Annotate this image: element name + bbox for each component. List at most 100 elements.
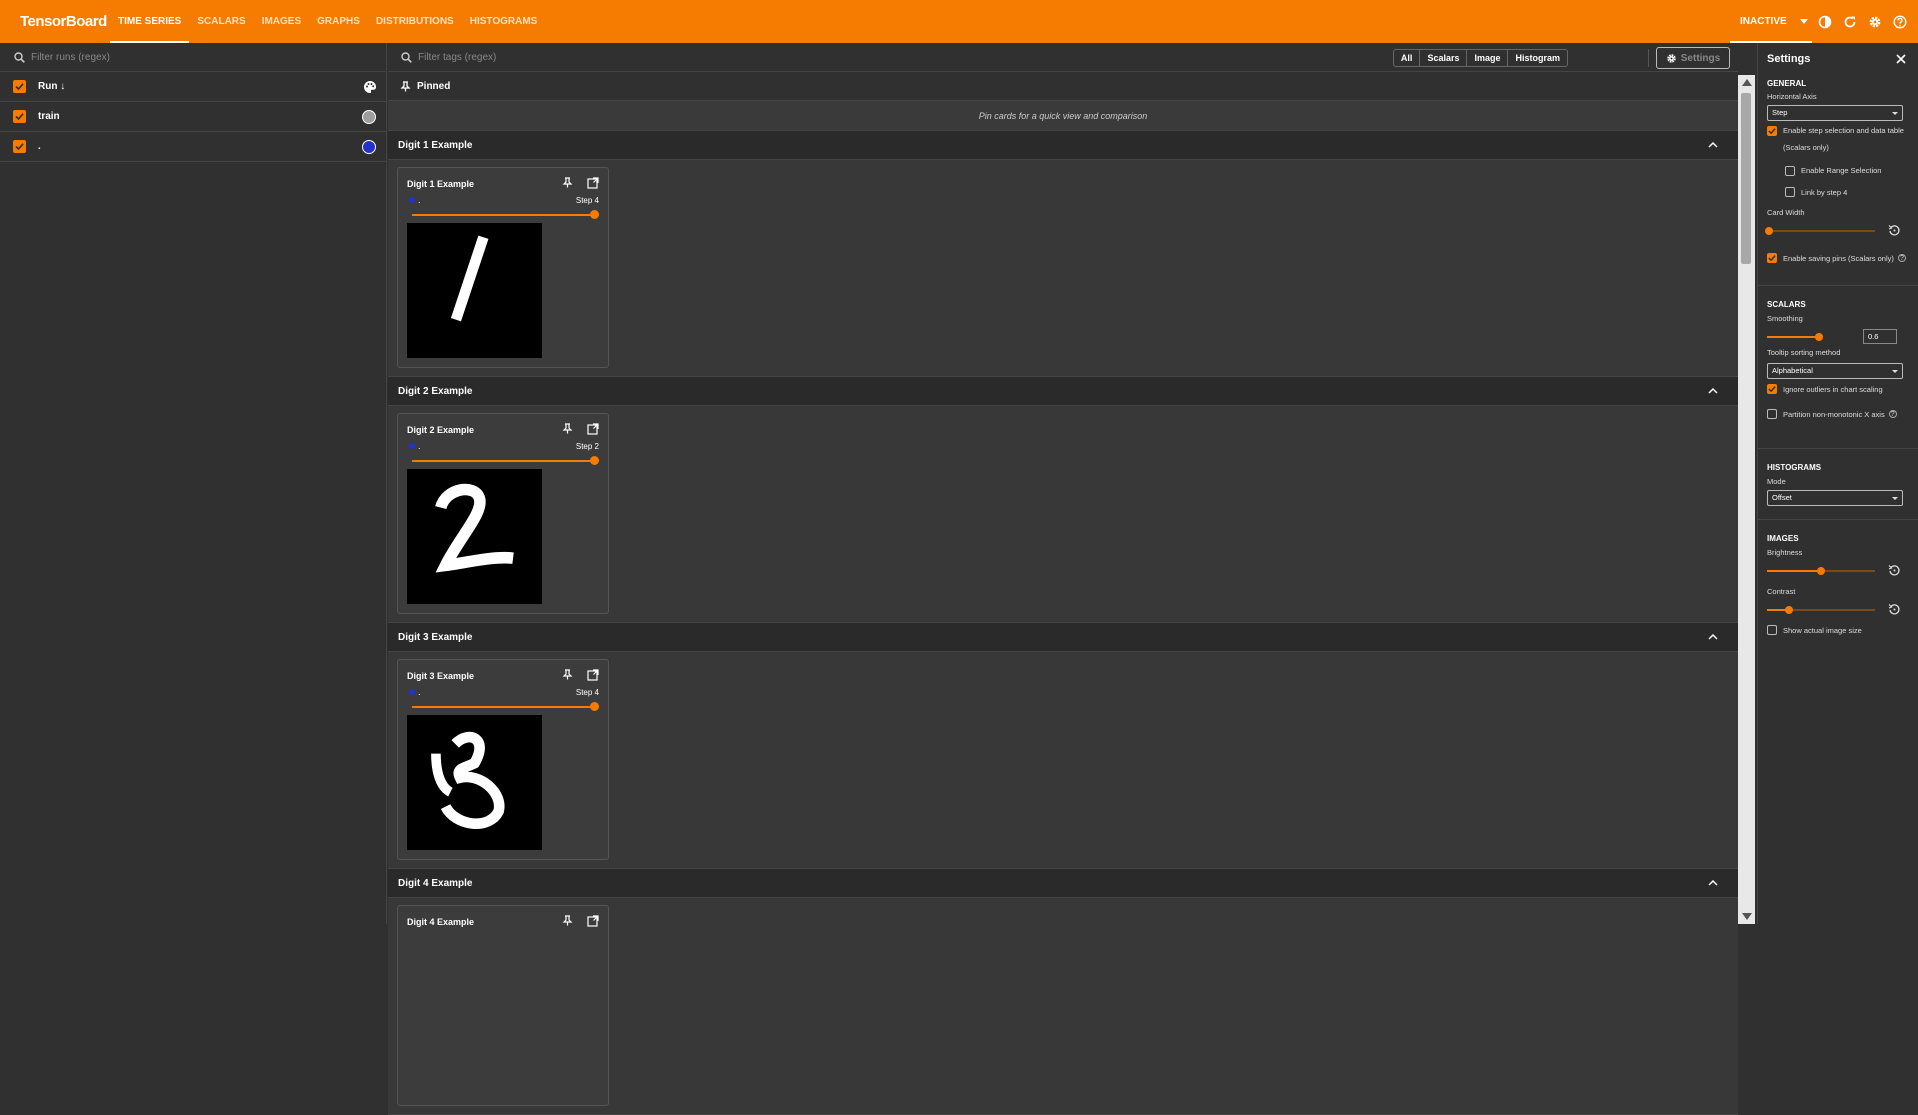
run-checkbox[interactable]	[13, 110, 26, 123]
filter-image-button[interactable]: Image	[1467, 50, 1509, 66]
card-group-header[interactable]: Digit 3 Example	[388, 623, 1738, 652]
slider-fill	[1767, 570, 1821, 572]
pin-icon[interactable]	[562, 177, 573, 188]
horizontal-axis-select[interactable]: Step	[1767, 105, 1903, 121]
runs-filter[interactable]: Filter runs (regex)	[0, 43, 386, 72]
histogram-mode-select[interactable]: Offset	[1767, 490, 1903, 506]
reset-icon[interactable]	[1888, 564, 1901, 577]
fullscreen-icon[interactable]	[587, 423, 599, 435]
filter-all-button[interactable]: All	[1394, 50, 1421, 66]
chevron-down-icon	[1892, 370, 1898, 373]
range-selection-checkbox[interactable]	[1785, 165, 1795, 176]
main-scrollbar[interactable]	[1738, 75, 1755, 924]
smoothing-input[interactable]: 0.6	[1863, 329, 1897, 344]
fullscreen-icon[interactable]	[587, 915, 599, 927]
settings-button[interactable]	[1862, 0, 1887, 43]
pinned-empty-message: Pin cards for a quick view and compariso…	[388, 101, 1738, 131]
select-all-runs-checkbox[interactable]	[13, 80, 26, 93]
help-icon[interactable]: ?	[1897, 254, 1906, 262]
reload-button[interactable]	[1837, 0, 1862, 43]
fullscreen-icon[interactable]	[587, 669, 599, 681]
step-slider-track[interactable]	[412, 214, 595, 216]
tab-scalars[interactable]: SCALARS	[189, 0, 253, 43]
card-type-filter: All Scalars Image Histogram	[1392, 49, 1568, 67]
saving-pins-checkbox[interactable]	[1767, 253, 1777, 263]
help-button[interactable]	[1887, 0, 1912, 43]
settings-title: Settings	[1767, 53, 1811, 65]
filter-scalars-button[interactable]: Scalars	[1420, 50, 1468, 66]
run-column-header[interactable]: Run ↓	[38, 81, 65, 92]
chevron-up-icon[interactable]	[1708, 387, 1718, 395]
slider-thumb[interactable]	[1815, 333, 1823, 341]
ignore-outliers-checkbox[interactable]	[1767, 384, 1777, 394]
tooltip-sort-label: Tooltip sorting method	[1767, 348, 1841, 357]
check-icon	[15, 83, 24, 91]
tab-distributions[interactable]: DISTRIBUTIONS	[368, 0, 462, 43]
card-group-header[interactable]: Digit 2 Example	[388, 377, 1738, 406]
step-slider-thumb[interactable]	[590, 456, 599, 465]
plugin-dropdown[interactable]: INACTIVE	[1730, 0, 1812, 43]
smoothing-slider[interactable]: 0.6	[1767, 327, 1909, 347]
pin-icon[interactable]	[562, 915, 573, 926]
actual-size-option: Show actual image size	[1767, 625, 1909, 635]
step-slider-thumb[interactable]	[590, 210, 599, 219]
pin-icon[interactable]	[562, 669, 573, 680]
tag-filter-input[interactable]: Filter tags (regex)	[418, 52, 496, 63]
slider-thumb[interactable]	[1765, 227, 1773, 235]
settings-toggle-button[interactable]: Settings	[1656, 47, 1730, 69]
handwritten-digit-3	[431, 731, 505, 829]
fullscreen-icon[interactable]	[587, 177, 599, 189]
chevron-up-icon[interactable]	[1708, 141, 1718, 149]
runs-filter-input[interactable]: Filter runs (regex)	[31, 52, 110, 63]
link-by-step-checkbox[interactable]	[1785, 187, 1795, 197]
actual-size-checkbox[interactable]	[1767, 625, 1777, 635]
tooltip-sort-select[interactable]: Alphabetical	[1767, 363, 1903, 379]
theme-toggle-button[interactable]	[1812, 0, 1837, 43]
pin-icon[interactable]	[562, 423, 573, 434]
contrast-slider[interactable]	[1767, 600, 1909, 620]
step-selection-checkbox[interactable]	[1767, 126, 1777, 136]
tag-filter-bar: Filter tags (regex) All Scalars Image Hi…	[388, 43, 1738, 72]
tab-time-series[interactable]: TIME SERIES	[110, 0, 190, 43]
brightness-slider[interactable]	[1767, 561, 1909, 581]
reset-icon[interactable]	[1888, 224, 1901, 237]
card-title: Digit 2 Example	[407, 425, 475, 435]
scrollbar-thumb[interactable]	[1741, 93, 1751, 264]
slider-track	[1767, 230, 1875, 232]
step-slider-track[interactable]	[412, 460, 595, 462]
digit-image	[407, 469, 542, 604]
run-checkbox[interactable]	[13, 140, 26, 153]
chevron-up-icon[interactable]	[1708, 879, 1718, 887]
run-color-swatch[interactable]	[362, 140, 376, 154]
chevron-up-icon[interactable]	[1708, 633, 1718, 641]
scroll-down-icon[interactable]	[1742, 913, 1752, 920]
tab-graphs[interactable]: GRAPHS	[309, 0, 368, 43]
close-icon[interactable]	[1896, 54, 1906, 64]
horizontal-axis-value: Step	[1772, 108, 1788, 117]
filter-histogram-button[interactable]: Histogram	[1508, 50, 1567, 66]
link-by-step-option: Link by step 4	[1785, 183, 1909, 201]
step-slider-track[interactable]	[412, 706, 595, 708]
tab-histograms[interactable]: HISTOGRAMS	[462, 0, 546, 43]
scroll-up-icon[interactable]	[1742, 79, 1752, 86]
partition-checkbox[interactable]	[1767, 409, 1777, 419]
card-group-header[interactable]: Digit 1 Example	[388, 131, 1738, 160]
palette-icon[interactable]	[363, 80, 377, 94]
help-icon	[1892, 14, 1907, 29]
run-color-swatch[interactable]	[362, 110, 376, 124]
tab-images[interactable]: IMAGES	[254, 0, 309, 43]
card-group-body: Digit 2 Example . Step 2	[388, 406, 1738, 623]
runs-panel: Filter runs (regex) Run ↓ train .	[0, 43, 387, 924]
slider-thumb[interactable]	[1784, 606, 1793, 614]
step-slider-thumb[interactable]	[590, 702, 599, 711]
reset-icon[interactable]	[1888, 603, 1901, 616]
card-group-header[interactable]: Digit 4 Example	[388, 869, 1738, 898]
slider-thumb[interactable]	[1817, 567, 1825, 575]
card-title: Digit 4 Example	[407, 917, 475, 927]
card-width-slider[interactable]	[1765, 221, 1909, 241]
group-title: Digit 1 Example	[398, 139, 473, 151]
help-icon[interactable]: ?	[1888, 410, 1897, 418]
card-group-body: Digit 4 Example	[388, 898, 1738, 1115]
top-bar-actions: INACTIVE	[1730, 0, 1918, 43]
horizontal-axis-label: Horizontal Axis	[1767, 92, 1817, 101]
